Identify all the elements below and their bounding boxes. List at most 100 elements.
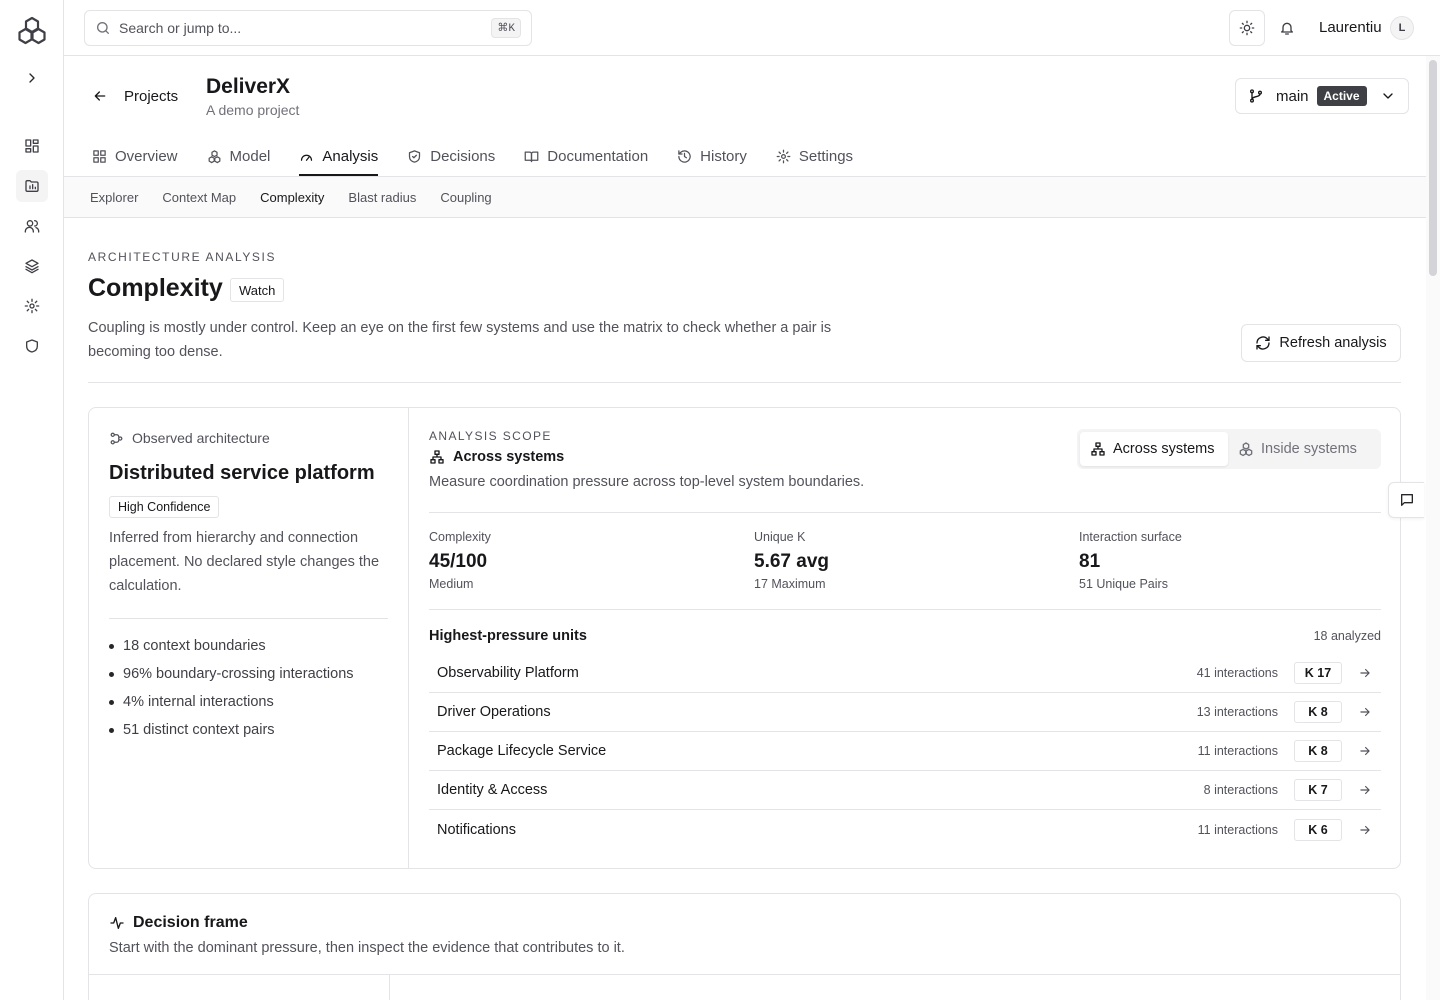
subtab-complexity[interactable]: Complexity: [260, 190, 324, 205]
cubes-icon: [1239, 442, 1253, 457]
subtab-context-map[interactable]: Context Map: [162, 190, 236, 205]
status-badge: Watch: [230, 278, 285, 302]
arrow-right-icon[interactable]: [1358, 666, 1372, 680]
tab-decisions[interactable]: Decisions: [407, 136, 495, 176]
shield-icon: [26, 339, 38, 353]
decision-frame-card: Decision frame Start with the dominant p…: [88, 893, 1401, 1000]
branch-status-badge: Active: [1316, 86, 1367, 106]
topbar: Search or jump to... ⌘K Laurentiu L: [64, 0, 1440, 56]
sidebar-item-settings[interactable]: [16, 290, 48, 322]
history-icon: [678, 149, 691, 163]
list-item: 4% internal interactions: [109, 688, 354, 716]
list-item: 18 context boundaries: [109, 632, 354, 660]
scope-toggle: Across systems Inside systems: [1077, 429, 1381, 469]
app-logo-icon[interactable]: [16, 15, 48, 47]
avatar[interactable]: L: [1390, 16, 1414, 40]
gear-icon: [24, 298, 40, 314]
across-systems-button[interactable]: Across systems: [1080, 432, 1228, 466]
project-title: DeliverX: [206, 75, 291, 98]
back-to-projects-link[interactable]: Projects: [124, 88, 178, 105]
book-icon: [524, 151, 539, 162]
branch-selector[interactable]: main Active: [1235, 78, 1409, 114]
table-row[interactable]: Driver Operations 13 interactions K 8: [429, 693, 1381, 732]
table-row[interactable]: Notifications 11 interactions K 6: [429, 810, 1381, 849]
tab-settings[interactable]: Settings: [776, 136, 853, 176]
divider: [89, 974, 1400, 975]
sidebar-item-security[interactable]: [16, 330, 48, 362]
back-button[interactable]: [90, 86, 110, 106]
divider: [109, 618, 388, 619]
inside-systems-button[interactable]: Inside systems: [1228, 432, 1367, 466]
dashboard-icon: [25, 139, 39, 153]
message-icon: [1400, 494, 1413, 506]
search-input[interactable]: Search or jump to... ⌘K: [84, 10, 532, 46]
project-tabs: Overview Model Analysis Decisions Docume…: [92, 136, 882, 176]
user-name[interactable]: Laurentiu: [1319, 19, 1382, 36]
expand-sidebar-icon[interactable]: [22, 68, 42, 88]
decision-description: Start with the dominant pressure, then i…: [109, 940, 625, 956]
subtab-blast-radius[interactable]: Blast radius: [348, 190, 416, 205]
divider: [389, 975, 390, 1000]
users-icon: [24, 220, 40, 233]
activity-icon: [110, 917, 124, 929]
table-row[interactable]: Identity & Access 8 interactions K 7: [429, 771, 1381, 810]
sidebar-item-dashboard[interactable]: [16, 130, 48, 162]
decision-title: Decision frame: [109, 914, 248, 932]
refresh-label: Refresh analysis: [1279, 335, 1387, 351]
page-title: Complexity: [88, 274, 223, 302]
page-eyebrow: ARCHITECTURE ANALYSIS: [88, 250, 277, 264]
analysis-panel: ANALYSIS SCOPE Across systems Measure co…: [429, 408, 1381, 868]
arrow-left-icon: [94, 91, 106, 101]
grid-icon: [93, 149, 106, 163]
arrow-right-icon[interactable]: [1358, 744, 1372, 758]
tab-analysis[interactable]: Analysis: [299, 136, 378, 176]
units-count: 18 analyzed: [1313, 629, 1381, 643]
list-item: 51 distinct context pairs: [109, 716, 354, 744]
metric-unique-k: Unique K 5.67 avg 17 Maximum: [754, 530, 829, 591]
architecture-description: Inferred from hierarchy and connection p…: [109, 530, 380, 594]
tab-label: Analysis: [322, 147, 379, 165]
shield-check-icon: [409, 149, 421, 163]
tab-label: Settings: [798, 147, 854, 165]
heading-divider: [88, 382, 1401, 383]
search-icon: [97, 22, 109, 34]
arrow-right-icon[interactable]: [1358, 705, 1372, 719]
sun-icon: [1239, 20, 1255, 36]
tab-model[interactable]: Model: [207, 136, 270, 176]
hierarchy-icon: [1091, 442, 1105, 456]
tab-documentation[interactable]: Documentation: [524, 136, 648, 176]
arrow-right-icon[interactable]: [1358, 783, 1372, 797]
feedback-button[interactable]: [1388, 482, 1424, 518]
confidence-badge: High Confidence: [109, 496, 220, 518]
notifications-button[interactable]: [1269, 10, 1305, 46]
project-subtitle: A demo project: [206, 102, 300, 118]
sidebar: [0, 0, 64, 1000]
sidebar-item-projects[interactable]: [16, 170, 48, 202]
page-description: Coupling is mostly under control. Keep a…: [88, 320, 832, 360]
table-row[interactable]: Package Lifecycle Service 11 interaction…: [429, 732, 1381, 771]
tab-overview[interactable]: Overview: [92, 136, 178, 176]
subtab-coupling[interactable]: Coupling: [440, 190, 491, 205]
scrollbar-thumb[interactable]: [1429, 60, 1437, 276]
divider: [429, 609, 1381, 610]
architecture-facts: 18 context boundaries 96% boundary-cross…: [109, 632, 354, 744]
gauge-icon: [301, 154, 313, 161]
tab-label: Overview: [115, 147, 178, 165]
refresh-analysis-button[interactable]: Refresh analysis: [1241, 324, 1401, 362]
observed-architecture-label: Observed architecture: [109, 430, 270, 446]
sidebar-item-team[interactable]: [16, 210, 48, 242]
sidebar-item-layers[interactable]: [16, 250, 48, 282]
theme-toggle-button[interactable]: [1229, 10, 1265, 46]
scope-eyebrow: ANALYSIS SCOPE: [429, 429, 552, 443]
cubes-icon: [208, 149, 220, 163]
branch-name: main: [1276, 87, 1309, 105]
tab-label: Decisions: [430, 147, 496, 165]
table-row[interactable]: Observability Platform 41 interactions K…: [429, 654, 1381, 693]
tab-history[interactable]: History: [677, 136, 747, 176]
gear-icon: [776, 149, 791, 163]
chevron-down-icon: [1383, 93, 1393, 99]
subtab-explorer[interactable]: Explorer: [90, 190, 138, 205]
tab-label: Documentation: [547, 147, 649, 165]
arrow-right-icon[interactable]: [1358, 823, 1372, 837]
search-shortcut: ⌘K: [491, 18, 521, 38]
